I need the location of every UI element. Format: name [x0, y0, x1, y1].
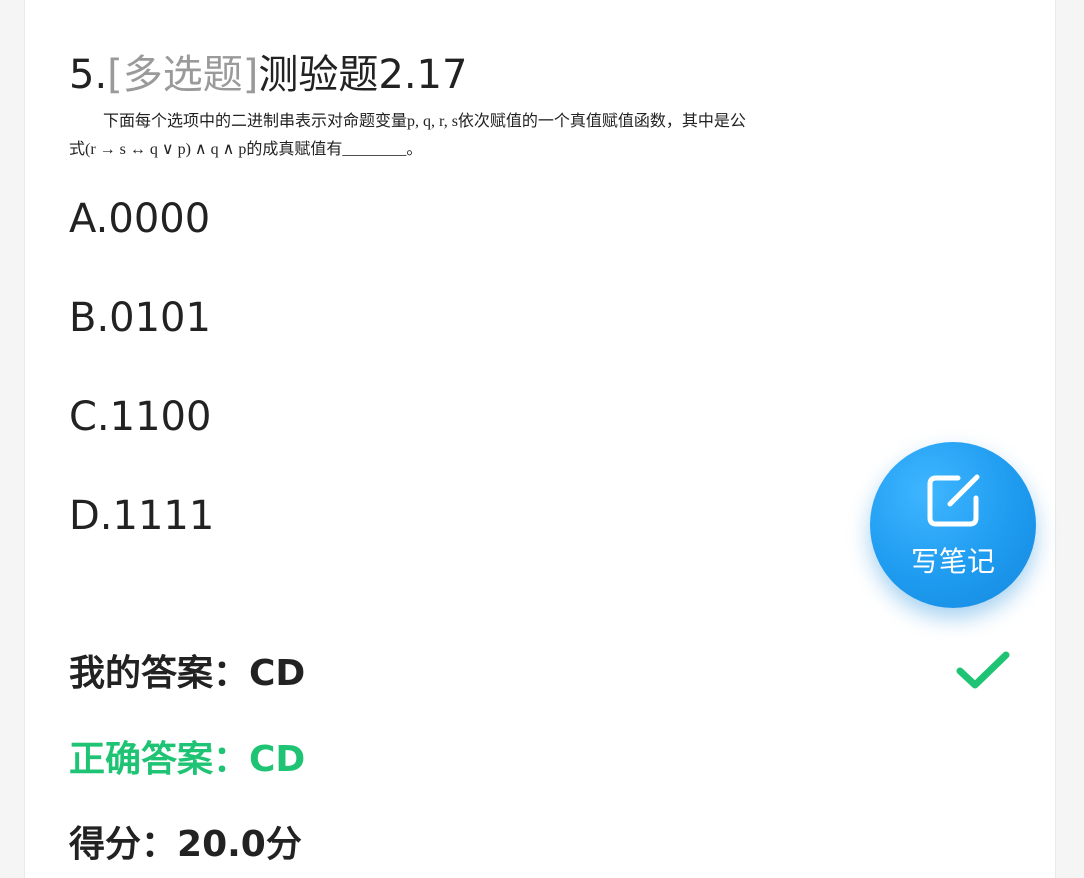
check-icon: [956, 651, 1010, 689]
question-number: 5.: [69, 52, 108, 98]
question-body: 下面每个选项中的二进制串表示对命题变量p, q, r, s依次赋值的一个真值赋值…: [69, 108, 819, 164]
question-text-line-1: 下面每个选项中的二进制串表示对命题变量p, q, r, s依次赋值的一个真值赋值…: [103, 113, 746, 130]
score-value: 20.0分: [177, 824, 302, 865]
write-note-button[interactable]: 写笔记: [870, 442, 1036, 608]
question-text-line-2: 式(r → s ↔ q ∨ p) ∧ q ∧ p的成真赋值有________。: [69, 141, 423, 158]
option-d[interactable]: D.1111: [69, 493, 214, 539]
score-label: 得分：: [69, 824, 178, 865]
correct-answer-value: CD: [249, 739, 306, 780]
question-type: [多选题]: [107, 52, 259, 98]
question-card: 5.[多选题]测验题2.17 下面每个选项中的二进制串表示对命题变量p, q, …: [24, 0, 1056, 878]
write-note-label: 写笔记: [910, 545, 995, 578]
correct-answer-label: 正确答案：: [69, 739, 250, 780]
option-b[interactable]: B.0101: [69, 295, 211, 341]
my-answer: 我的答案：CD: [69, 644, 305, 696]
score: 得分：20.0分: [69, 815, 302, 867]
question-title: 5.[多选题]测验题2.17: [69, 42, 467, 100]
option-c[interactable]: C.1100: [69, 394, 211, 440]
edit-note-icon: [927, 474, 980, 527]
correct-answer: 正确答案：CD: [69, 730, 305, 782]
option-a[interactable]: A.0000: [69, 196, 210, 242]
my-answer-value: CD: [249, 653, 306, 694]
my-answer-label: 我的答案：: [69, 653, 250, 694]
question-name: 测验题2.17: [258, 52, 468, 98]
